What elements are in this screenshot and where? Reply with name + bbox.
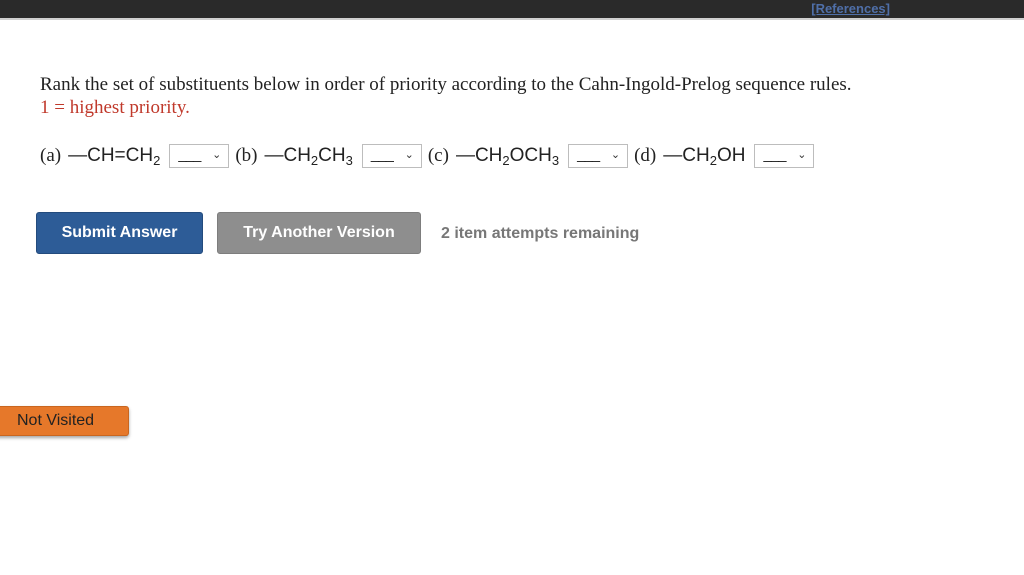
item-a-formula: —CH=CH2 <box>68 145 161 168</box>
priority-note: 1 = highest priority. <box>40 97 190 118</box>
question-prompt: Rank the set of substituents below in or… <box>40 74 852 95</box>
item-d-selected-value: ___ <box>763 146 786 163</box>
substituent-row: (a) —CH=CH2 ___ ⌄ (b) —CH2CH3 ___ ⌄ (c) … <box>40 143 820 169</box>
chevron-down-icon: ⌄ <box>610 148 621 161</box>
item-a-label: (a) <box>40 145 62 166</box>
item-c-selected-value: ___ <box>577 146 600 163</box>
chevron-down-icon: ⌄ <box>212 148 222 161</box>
references-link[interactable]: [References] <box>811 0 890 18</box>
item-a-selected-value: ___ <box>178 146 201 163</box>
item-d-rank-select[interactable]: ___ ⌄ <box>754 144 815 168</box>
item-b-formula: —CH2CH3 <box>264 145 353 168</box>
chevron-down-icon: ⌄ <box>797 148 807 161</box>
not-visited-badge[interactable]: Not Visited <box>0 406 129 436</box>
item-c-rank-select[interactable]: ___ ⌄ <box>568 144 629 168</box>
attempts-remaining-text: 2 item attempts remaining <box>441 225 640 242</box>
item-d-label: (d) <box>634 145 657 166</box>
item-a-rank-select[interactable]: ___ ⌄ <box>169 144 230 168</box>
try-another-version-button[interactable]: Try Another Version <box>217 212 421 254</box>
item-b-label: (b) <box>235 145 258 166</box>
submit-answer-button[interactable]: Submit Answer <box>36 212 203 254</box>
chevron-down-icon: ⌄ <box>404 148 414 161</box>
item-b-rank-select[interactable]: ___ ⌄ <box>361 144 422 168</box>
top-bar: [References] <box>0 0 1024 20</box>
item-b-selected-value: ___ <box>370 146 394 163</box>
item-c-formula: —CH2OCH3 <box>455 145 560 168</box>
item-c-label: (c) <box>427 145 449 166</box>
item-d-formula: —CH2OH <box>663 145 746 168</box>
